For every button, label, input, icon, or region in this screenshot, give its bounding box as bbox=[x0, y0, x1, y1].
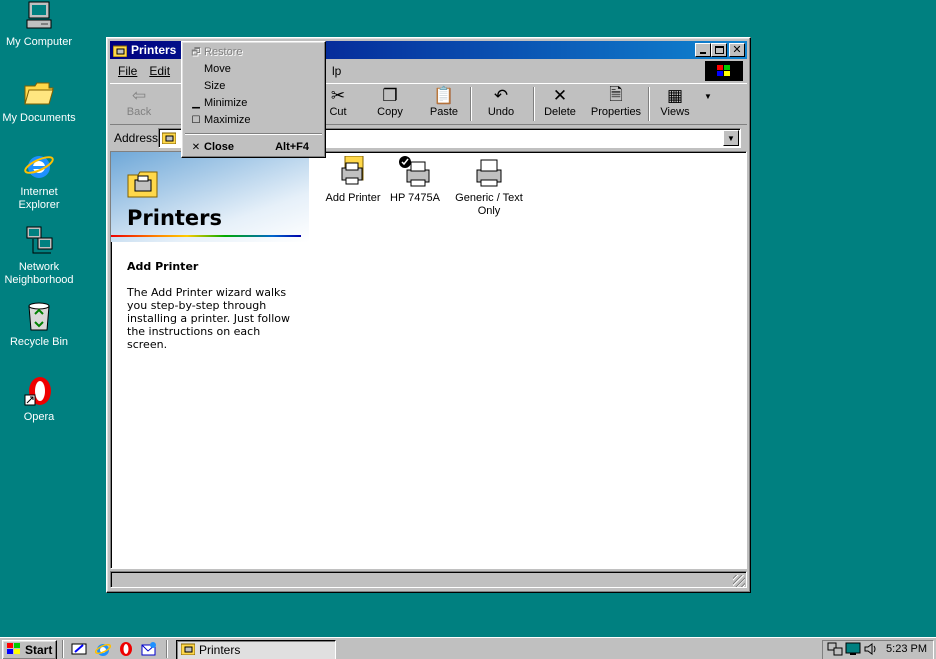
desktop-icon-label: Opera bbox=[23, 411, 55, 423]
desktop-icon-recycle-bin[interactable]: Recycle Bin bbox=[0, 300, 78, 349]
menu-separator bbox=[185, 133, 322, 135]
desktop-icon-my-documents[interactable]: My Documents bbox=[0, 76, 78, 125]
desktop-icon-my-computer[interactable]: My Computer bbox=[0, 0, 78, 49]
menu-item-maximize[interactable]: ☐ Maximize bbox=[184, 112, 323, 129]
desktop-icon-label: Network Neighborhood bbox=[4, 261, 74, 286]
opera-icon[interactable] bbox=[117, 641, 135, 657]
toolbar-separator bbox=[533, 87, 535, 121]
close-icon: ✕ bbox=[191, 142, 201, 153]
item-label: Generic / Text Only bbox=[455, 192, 523, 217]
default-printer-icon bbox=[399, 156, 431, 188]
paste-button[interactable]: 📋 Paste bbox=[422, 86, 466, 124]
item-generic-text-only[interactable]: Generic / Text Only bbox=[447, 156, 531, 218]
paste-icon: 📋 bbox=[433, 86, 455, 105]
close-shortcut: Alt+F4 bbox=[275, 141, 309, 153]
system-tray: 5:23 PM bbox=[822, 640, 934, 659]
show-desktop-icon[interactable] bbox=[70, 641, 88, 657]
address-dropdown-button[interactable]: ▼ bbox=[723, 130, 739, 146]
minimize-button[interactable] bbox=[695, 43, 711, 57]
tray-network-icon[interactable] bbox=[827, 642, 843, 659]
web-view-pane: Printers Add Printer The Add Printer wiz… bbox=[111, 152, 309, 568]
menu-help[interactable]: lp bbox=[326, 64, 347, 78]
windows-logo-icon bbox=[6, 642, 22, 659]
menu-item-move[interactable]: Move bbox=[184, 61, 323, 78]
minimize-icon: ▁ bbox=[192, 98, 200, 109]
close-button[interactable]: ✕ bbox=[729, 43, 745, 57]
menu-edit[interactable]: Edit bbox=[143, 64, 176, 78]
clock: 5:23 PM bbox=[886, 643, 927, 655]
printers-folder-large-icon bbox=[127, 170, 159, 201]
internet-explorer-icon bbox=[23, 150, 55, 182]
menu-item-close[interactable]: ✕ Close Alt+F4 bbox=[184, 139, 323, 156]
desktop-icon-label: Recycle Bin bbox=[9, 336, 69, 348]
printer-icon bbox=[473, 156, 505, 188]
menu-item-restore[interactable]: 🗗 Restore bbox=[184, 44, 323, 61]
desktop-icon-internet-explorer[interactable]: Internet Explorer bbox=[0, 150, 78, 212]
address-label: Address bbox=[114, 131, 159, 145]
resize-grip[interactable] bbox=[733, 575, 745, 587]
start-button[interactable]: Start bbox=[2, 640, 57, 659]
outlook-express-icon[interactable] bbox=[140, 641, 158, 657]
opera-icon bbox=[23, 375, 55, 407]
dropdown-arrow-icon: ▼ bbox=[727, 133, 735, 143]
item-hp-7475a[interactable]: HP 7475A bbox=[373, 156, 457, 205]
menu-item-size[interactable]: Size bbox=[184, 78, 323, 95]
restore-icon: 🗗 bbox=[191, 47, 201, 58]
printer-folder-icon bbox=[161, 131, 177, 147]
copy-button[interactable]: ❐ Copy bbox=[370, 86, 410, 124]
taskbar-separator bbox=[166, 640, 168, 658]
menu-file[interactable]: File bbox=[112, 64, 143, 78]
menu-item-minimize[interactable]: ▁ Minimize bbox=[184, 95, 323, 112]
maximize-icon bbox=[714, 46, 724, 54]
toolbar-separator bbox=[470, 87, 472, 121]
folder-icon bbox=[23, 76, 55, 108]
desktop-icon-network-neighborhood[interactable]: Network Neighborhood bbox=[0, 225, 78, 287]
delete-x-icon: ✕ bbox=[552, 86, 568, 105]
desktop-icon-opera[interactable]: Opera bbox=[0, 375, 78, 424]
printer-folder-icon[interactable] bbox=[112, 44, 128, 57]
my-computer-icon bbox=[23, 0, 55, 32]
undo-icon: ↶ bbox=[493, 86, 509, 105]
views-button[interactable]: ▦ Views bbox=[655, 86, 695, 124]
add-printer-icon bbox=[337, 155, 369, 188]
pane-title: Printers bbox=[127, 206, 223, 230]
taskbar-item-printers[interactable]: Printers bbox=[176, 640, 336, 659]
recycle-bin-icon bbox=[23, 300, 55, 332]
network-icon bbox=[23, 225, 55, 257]
back-button[interactable]: ⇦ Back bbox=[118, 86, 160, 124]
maximize-icon: ☐ bbox=[191, 115, 201, 126]
back-arrow-icon: ⇦ bbox=[131, 86, 147, 105]
views-dropdown-button[interactable]: ▼ bbox=[702, 86, 714, 124]
toolbar-separator bbox=[648, 87, 650, 121]
window-title: Printers bbox=[131, 43, 177, 57]
copy-icon: ❐ bbox=[382, 86, 398, 105]
status-bar bbox=[110, 569, 747, 589]
undo-button[interactable]: ↶ Undo bbox=[478, 86, 524, 124]
views-grid-icon: ▦ bbox=[666, 86, 684, 105]
system-menu: 🗗 Restore Move Size ▁ Minimize ☐ Maximiz… bbox=[181, 41, 326, 158]
maximize-button[interactable] bbox=[711, 43, 727, 57]
pane-description: The Add Printer wizard walks you step-by… bbox=[127, 286, 290, 351]
tray-display-icon[interactable] bbox=[845, 642, 861, 659]
printer-folder-icon bbox=[180, 642, 196, 658]
content-area: Printers Add Printer The Add Printer wiz… bbox=[110, 151, 747, 569]
desktop-icon-label: Internet Explorer bbox=[18, 186, 60, 211]
rainbow-divider bbox=[111, 235, 301, 237]
status-cell bbox=[110, 571, 747, 588]
pane-heading: Add Printer bbox=[127, 260, 199, 273]
volume-icon[interactable] bbox=[863, 642, 879, 659]
taskbar: Start Printers 5:23 PM bbox=[0, 637, 936, 659]
dropdown-arrow-icon: ▼ bbox=[704, 91, 712, 101]
item-label: HP 7475A bbox=[390, 192, 440, 204]
internet-explorer-icon[interactable] bbox=[94, 641, 112, 657]
desktop-icon-label: My Computer bbox=[5, 36, 73, 48]
properties-icon: 🗎 bbox=[609, 84, 623, 104]
windows-logo-icon bbox=[705, 61, 743, 81]
properties-button[interactable]: 🗎 Properties bbox=[588, 84, 644, 124]
close-icon: ✕ bbox=[732, 44, 742, 56]
taskbar-separator bbox=[62, 640, 64, 658]
minimize-icon bbox=[700, 52, 706, 54]
delete-button[interactable]: ✕ Delete bbox=[538, 86, 582, 124]
desktop-icon-label: My Documents bbox=[2, 112, 76, 124]
